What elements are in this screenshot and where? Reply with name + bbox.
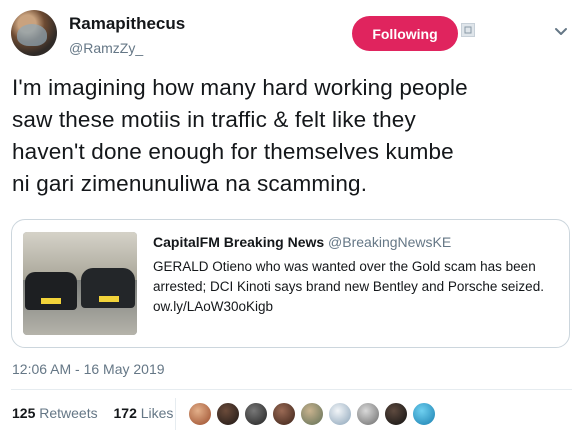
liker-avatar[interactable] [300,402,324,426]
quoted-tweet-image [23,232,137,335]
likes-stat[interactable]: 172 Likes [114,405,174,421]
tweet-text-line: I'm imagining how many hard working peop… [12,75,468,100]
liker-avatar[interactable] [272,402,296,426]
liker-avatar[interactable] [384,402,408,426]
likes-label: Likes [140,405,174,421]
liker-avatar[interactable] [412,402,436,426]
quoted-tweet[interactable]: CapitalFM Breaking News @BreakingNewsKE … [11,219,570,348]
quoted-author-name: CapitalFM Breaking News [153,234,325,250]
tweet-stats: 125 Retweets 172 Likes [12,405,185,421]
liker-avatar[interactable] [328,402,352,426]
tweet-header: Ramapithecus @RamzZy_ Following [11,10,573,62]
stats-separator [175,398,176,430]
quoted-text-line: GERALD Otieno who was wanted over the Go… [153,259,536,274]
author-avatar[interactable] [11,10,57,56]
quoted-tweet-text: GERALD Otieno who was wanted over the Go… [153,257,563,317]
liker-avatar[interactable] [244,402,268,426]
divider [11,389,572,390]
quoted-author: CapitalFM Breaking News @BreakingNewsKE [153,234,451,250]
quoted-author-handle: @BreakingNewsKE [328,234,452,250]
tweet-text-line: haven't done enough for themselves kumbe [12,139,454,164]
tweet-text-line: ni gari zimenunuliwa na scamming. [12,171,368,196]
author-name[interactable]: Ramapithecus [69,14,185,34]
tweet-timestamp[interactable]: 12:06 AM - 16 May 2019 [12,361,165,377]
chevron-down-icon[interactable] [554,24,568,35]
quoted-link[interactable]: ow.ly/LAoW30oKigb [153,297,563,317]
tweet-text: I'm imagining how many hard working peop… [12,72,572,200]
following-button[interactable]: Following [352,16,458,51]
notification-icon[interactable] [461,23,475,37]
retweets-label: Retweets [39,405,98,421]
likes-count: 172 [113,405,137,421]
author-handle[interactable]: @RamzZy_ [69,40,143,56]
retweets-count: 125 [12,405,36,421]
retweets-stat[interactable]: 125 Retweets [12,405,98,421]
tweet-text-line: saw these motiis in traffic & felt like … [12,107,416,132]
quoted-text-line: arrested; DCI Kinoti says brand new Bent… [153,279,544,294]
liker-avatar[interactable] [188,402,212,426]
liker-avatar[interactable] [356,402,380,426]
liker-avatar[interactable] [216,402,240,426]
